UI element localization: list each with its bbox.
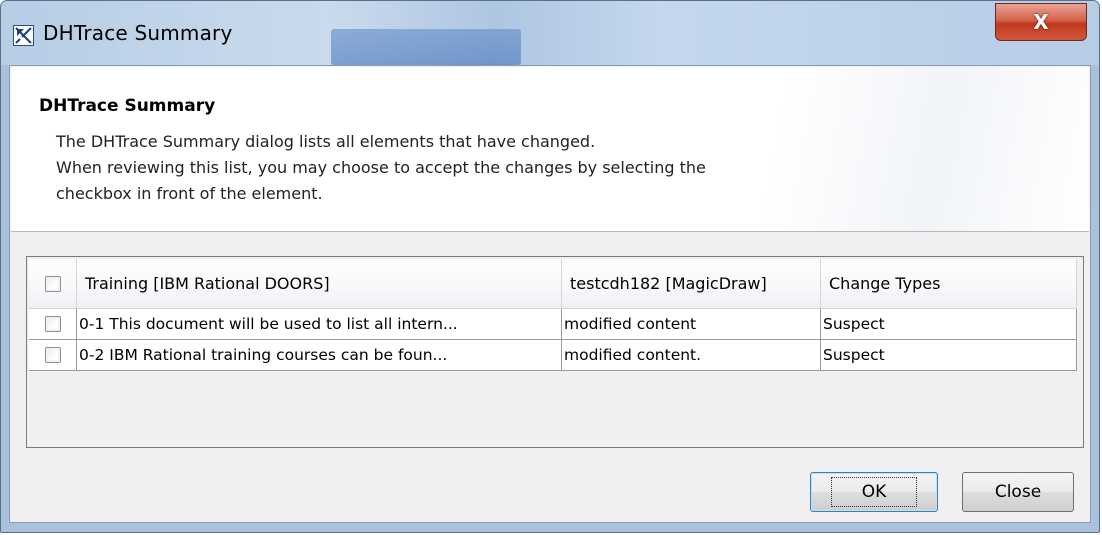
ok-button[interactable]: OK [810,472,938,512]
title-bar[interactable]: DHTrace Summary X [1,1,1099,65]
ok-button-label: OK [830,477,918,507]
training-cell: 0-1 This document will be used to list a… [77,309,562,340]
column-header-change-types[interactable]: Change Types [821,259,1077,309]
description-line: checkbox in front of the element. [56,184,323,203]
close-button[interactable]: Close [962,472,1074,512]
change-type-cell: Suspect [821,309,1077,340]
row-checkbox-cell[interactable] [29,340,77,371]
column-header-training[interactable]: Training [IBM Rational DOORS] [77,259,562,309]
changes-table-grid: Training [IBM Rational DOORS] testcdh182… [29,259,1077,371]
table-row[interactable]: 0-2 IBM Rational training courses can be… [29,340,1077,371]
row-checkbox[interactable] [44,316,61,332]
dialog-body: DHTrace Summary The DHTrace Summary dial… [9,65,1091,523]
dhtrace-app-icon [13,25,34,46]
title-bar-highlight [331,29,521,65]
training-cell: 0-2 IBM Rational training courses can be… [77,340,562,371]
header-description: The DHTrace Summary dialog lists all ele… [56,129,956,207]
description-line: The DHTrace Summary dialog lists all ele… [56,132,596,151]
magicdraw-cell: modified content. [562,340,821,371]
row-checkbox[interactable] [44,347,61,363]
column-header-magicdraw[interactable]: testcdh182 [MagicDraw] [562,259,821,309]
close-glyph: X [1033,10,1049,34]
dialog-window: DHTrace Summary X DHTrace Summary The DH… [0,0,1100,533]
magicdraw-cell: modified content [562,309,821,340]
table-row[interactable]: 0-1 This document will be used to list a… [29,309,1077,340]
close-window-icon[interactable]: X [995,3,1087,41]
row-checkbox-cell[interactable] [29,309,77,340]
select-all-cell[interactable] [29,259,77,309]
header-panel: DHTrace Summary The DHTrace Summary dial… [11,67,1089,232]
change-type-cell: Suspect [821,340,1077,371]
changes-table: Training [IBM Rational DOORS] testcdh182… [26,256,1084,448]
description-line: When reviewing this list, you may choose… [56,158,706,177]
window-title: DHTrace Summary [43,21,233,45]
table-header-row: Training [IBM Rational DOORS] testcdh182… [29,259,1077,309]
header-title: DHTrace Summary [39,96,216,116]
select-all-checkbox[interactable] [44,275,61,292]
